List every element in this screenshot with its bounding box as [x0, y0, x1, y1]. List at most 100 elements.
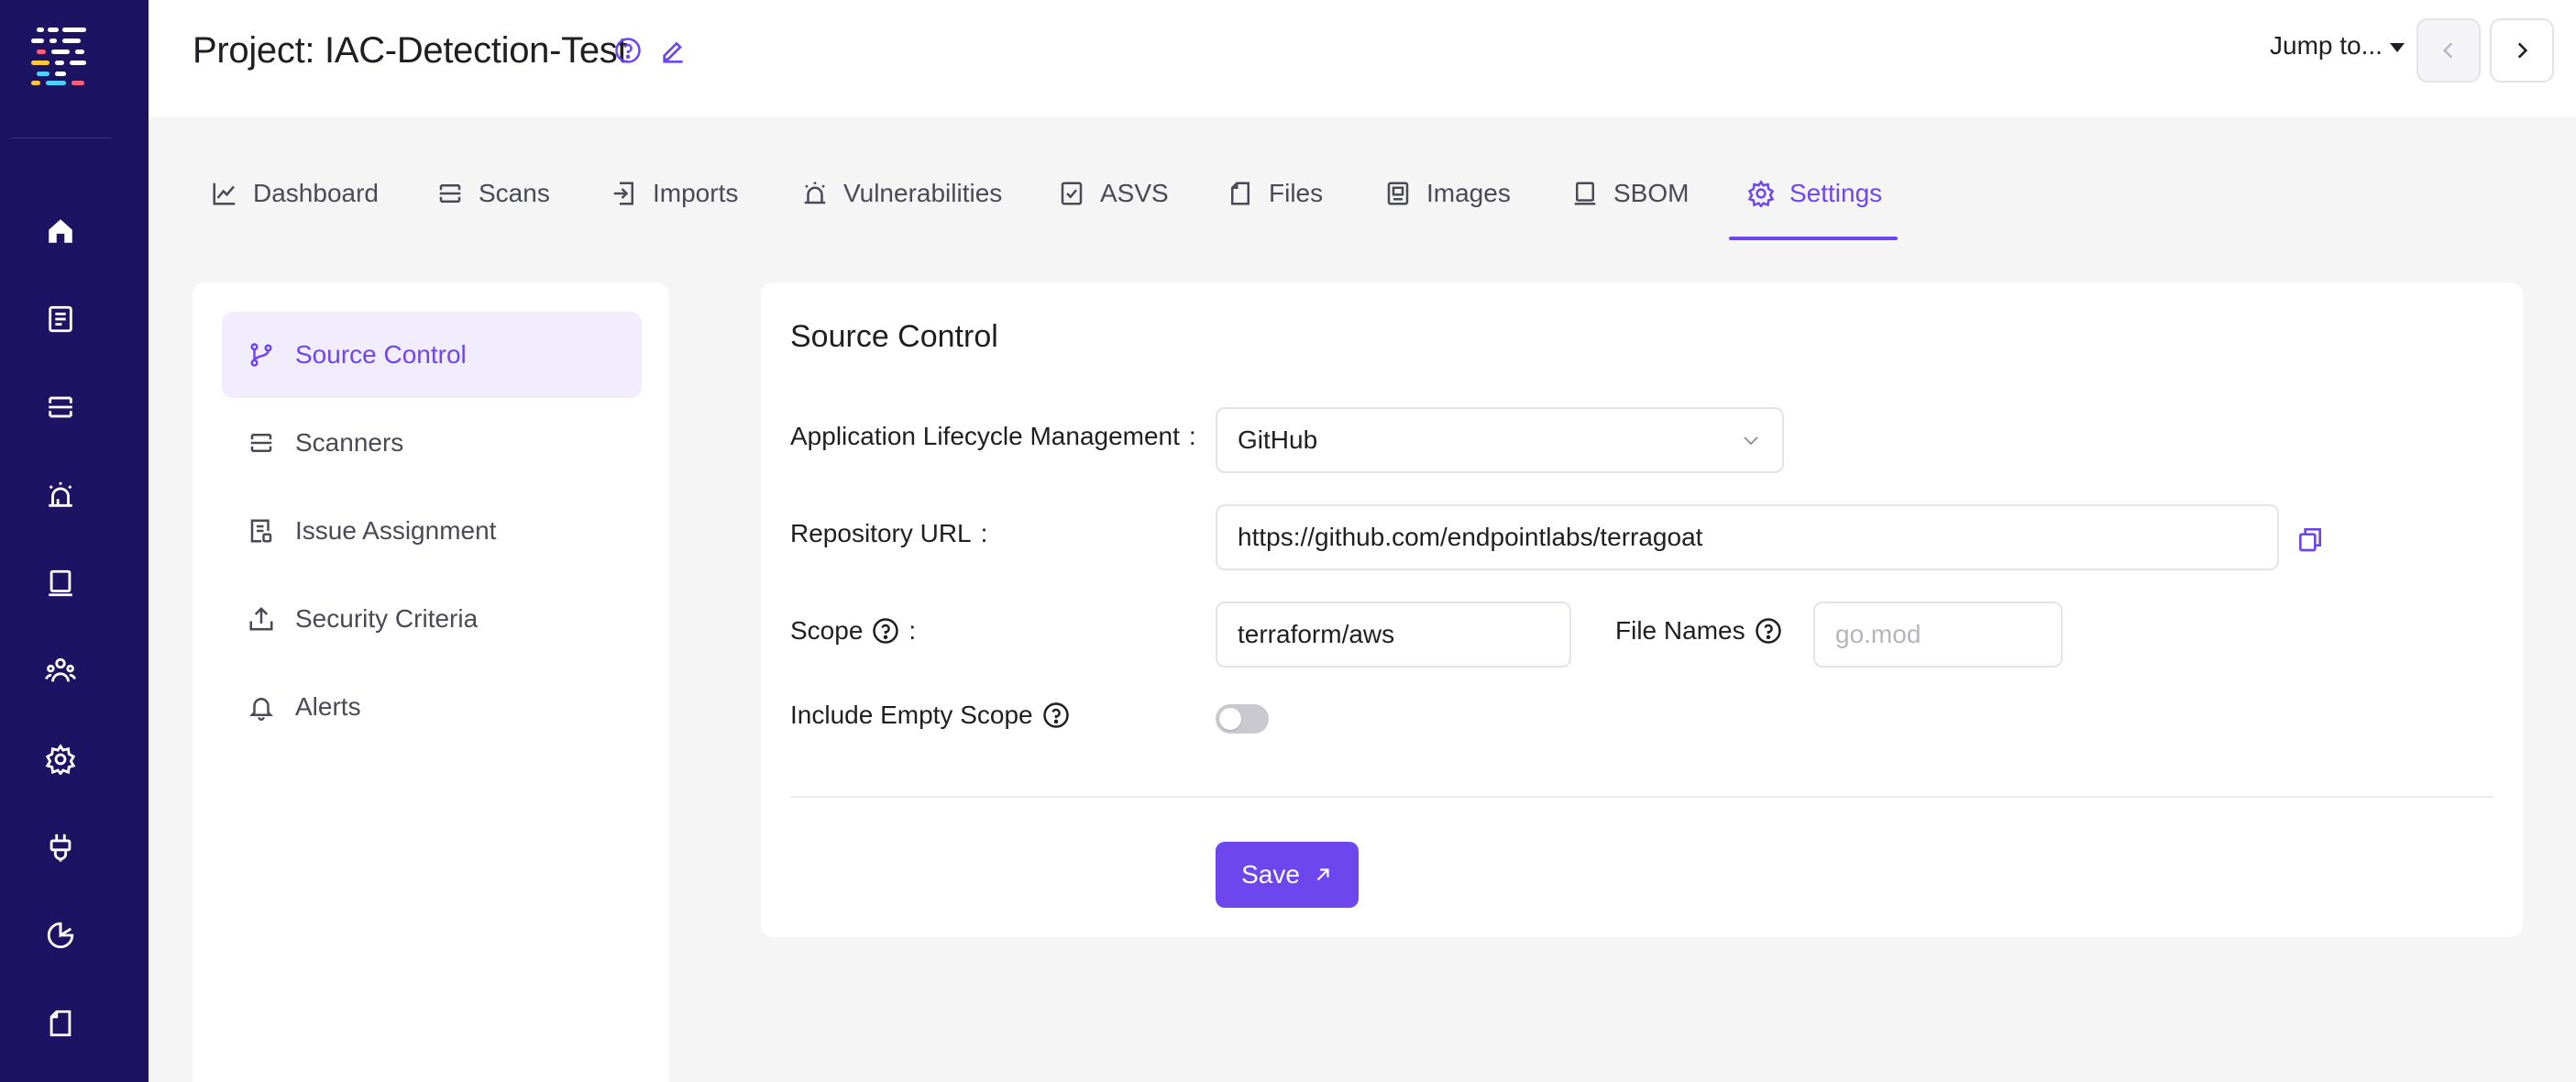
branch-icon: [250, 343, 272, 367]
menu-item-alerts[interactable]: Alerts: [222, 664, 642, 750]
chevron-right-icon: [2517, 42, 2528, 59]
gear-icon: [1747, 180, 1775, 207]
alm-label-group: Application Lifecycle Management :: [790, 422, 1196, 451]
scope-label: Scope: [790, 616, 864, 645]
settings-menu: Source Control Scanners Issue Assignment…: [193, 282, 669, 1082]
tab-asvs[interactable]: ASVS: [1058, 171, 1169, 240]
tab-label: ASVS: [1100, 179, 1169, 207]
file-names-label: File Names: [1615, 616, 1745, 645]
upload-icon: [249, 606, 273, 631]
help-icon[interactable]: [1042, 701, 1070, 729]
tab-images[interactable]: Images: [1384, 171, 1511, 240]
jump-to-label: Jump to...: [2270, 31, 2383, 60]
menu-item-scanners[interactable]: Scanners: [222, 400, 642, 486]
form-divider: [790, 796, 2493, 798]
colon: :: [1188, 422, 1196, 450]
home-icon[interactable]: [42, 213, 79, 249]
scans-icon[interactable]: [42, 389, 79, 425]
scope-value: terraform/aws: [1238, 620, 1395, 648]
colon: :: [908, 616, 917, 645]
menu-item-label: Alerts: [295, 692, 361, 721]
tab-label: SBOM: [1613, 179, 1690, 207]
tab-dashboard[interactable]: Dashboard: [211, 171, 379, 240]
laptop-icon: [1574, 182, 1596, 205]
save-label: Save: [1241, 860, 1300, 889]
help-icon[interactable]: [1755, 617, 1782, 645]
caret-down-icon: [2389, 43, 2405, 52]
chevron-down-icon: [1744, 436, 1758, 446]
scans-icon: [250, 434, 272, 452]
repository-url-value: https://github.com/endpointlabs/terragoa…: [1238, 523, 1703, 551]
edit-icon[interactable]: [658, 35, 688, 64]
chevron-left-icon: [2442, 42, 2453, 59]
menu-item-label: Scanners: [295, 428, 404, 457]
alarm-icon: [804, 182, 826, 204]
tab-label: Dashboard: [253, 179, 379, 207]
plug-icon[interactable]: [42, 829, 79, 866]
gear-icon[interactable]: [42, 741, 79, 778]
help-icon[interactable]: [614, 37, 642, 64]
file-names-label-group: File Names: [1615, 616, 1782, 646]
chart-icon[interactable]: [42, 917, 79, 954]
file-icon: [1231, 182, 1249, 205]
source-control-form: Source Control Application Lifecycle Man…: [761, 282, 2523, 937]
chart-line-icon: [213, 182, 236, 205]
tab-label: Files: [1269, 179, 1324, 207]
assignment-icon: [250, 519, 272, 543]
include-empty-scope-label: Include Empty Scope: [790, 701, 1033, 729]
next-button[interactable]: [2490, 18, 2554, 83]
form-title: Source Control: [790, 319, 998, 354]
tab-label: Scans: [479, 179, 550, 207]
sidebar: [0, 0, 149, 1082]
alm-select-value: GitHub: [1238, 425, 1318, 454]
image-icon: [1387, 182, 1409, 205]
file-names-input[interactable]: go.mod: [1813, 602, 2063, 668]
document-icon[interactable]: [42, 301, 79, 337]
help-icon[interactable]: [872, 617, 899, 645]
checkbox-icon: [1061, 182, 1083, 205]
bell-icon: [248, 698, 274, 721]
save-button[interactable]: Save: [1216, 842, 1359, 908]
tab-label: Images: [1426, 179, 1511, 207]
menu-item-source-control[interactable]: Source Control: [222, 312, 642, 398]
laptop-icon[interactable]: [42, 565, 79, 602]
tab-label: Imports: [653, 179, 739, 207]
menu-item-label: Issue Assignment: [295, 516, 497, 545]
header: Project: IAC-Detection-Test Jump to...: [149, 0, 2576, 117]
menu-item-security-criteria[interactable]: Security Criteria: [222, 576, 642, 662]
repository-url-input[interactable]: https://github.com/endpointlabs/terragoa…: [1216, 504, 2279, 570]
jump-to-dropdown[interactable]: Jump to...: [2270, 31, 2405, 61]
alarm-icon[interactable]: [42, 477, 79, 513]
previous-button[interactable]: [2416, 18, 2481, 83]
tab-files[interactable]: Files: [1227, 171, 1323, 240]
menu-item-label: Security Criteria: [295, 604, 479, 633]
toggle-knob: [1219, 708, 1241, 730]
page-title: Project: IAC-Detection-Test: [193, 30, 628, 71]
tab-vulnerabilities[interactable]: Vulnerabilities: [801, 171, 1002, 240]
menu-item-issue-assignment[interactable]: Issue Assignment: [222, 488, 642, 574]
alm-label: Application Lifecycle Management: [790, 422, 1180, 450]
logo-icon[interactable]: [31, 26, 90, 86]
team-icon[interactable]: [42, 653, 79, 690]
scope-input[interactable]: terraform/aws: [1216, 602, 1571, 668]
tab-sbom[interactable]: SBOM: [1571, 171, 1689, 240]
include-empty-scope-toggle[interactable]: [1216, 704, 1269, 734]
active-tab-indicator: [1729, 237, 1898, 240]
alm-select[interactable]: GitHub: [1216, 407, 1784, 473]
include-empty-scope-label-group: Include Empty Scope: [790, 701, 1070, 730]
repo-label: Repository URL: [790, 519, 972, 547]
file-icon[interactable]: [42, 1005, 79, 1042]
tab-settings[interactable]: Settings: [1747, 171, 1882, 240]
colon: :: [980, 519, 988, 547]
tab-imports[interactable]: Imports: [611, 171, 738, 240]
arrow-up-right-icon: [1316, 868, 1329, 881]
file-names-placeholder: go.mod: [1835, 620, 1921, 648]
tab-label: Vulnerabilities: [843, 179, 1003, 207]
menu-item-label: Source Control: [295, 340, 467, 369]
scans-icon: [439, 184, 461, 203]
scope-label-group: Scope :: [790, 616, 916, 646]
copy-icon[interactable]: [2295, 524, 2325, 554]
tab-scans[interactable]: Scans: [436, 171, 550, 240]
import-icon: [613, 182, 633, 205]
tab-label: Settings: [1789, 179, 1883, 207]
